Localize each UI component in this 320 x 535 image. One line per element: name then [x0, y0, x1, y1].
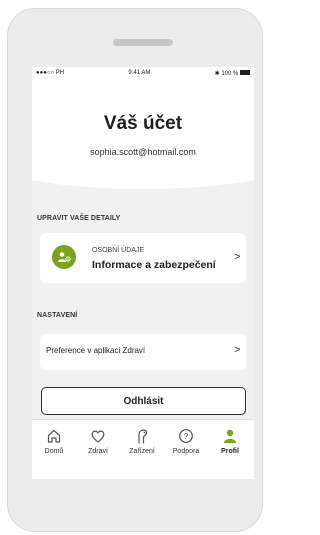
chevron-right-icon: >	[234, 251, 241, 263]
tab-support-label: Podpora	[172, 448, 200, 455]
battery-status: ✱ 100 %	[215, 70, 250, 77]
battery-percent: 100 %	[221, 70, 239, 77]
tab-home[interactable]: Domů	[32, 428, 76, 455]
tab-bar: Domů Zdraví Zařízení ? Podpora Profil	[32, 419, 254, 479]
tab-home-label: Domů	[44, 448, 64, 455]
bluetooth-icon: ✱	[214, 70, 220, 77]
tab-devices[interactable]: Zařízení	[120, 428, 164, 455]
status-time: 9:41 AM	[128, 70, 151, 76]
heart-icon	[91, 430, 105, 443]
app-screen: ●●●○○ PH 9:41 AM ✱ 100 % Váš účet sophia…	[32, 67, 254, 479]
page-title: Váš účet	[103, 113, 183, 134]
health-preferences-label: Preference v aplikaci Zdraví	[46, 346, 146, 355]
section-label-details: UPRAVIT VAŠE DETAILY	[37, 215, 121, 222]
personal-info-caption: OSOBNÍ ÚDAJE	[92, 247, 145, 254]
profile-icon	[224, 429, 236, 443]
hearing-aid-icon	[138, 429, 148, 444]
tab-health-label: Zdraví	[88, 448, 108, 455]
account-email: sophia.scott@hotmail.com	[90, 147, 196, 157]
logout-button[interactable]: Odhlásit	[41, 387, 246, 415]
phone-speaker	[113, 39, 173, 46]
health-preferences-item[interactable]: Preference v aplikaci Zdraví >	[40, 334, 246, 370]
tab-profile-label: Profil	[221, 448, 239, 455]
personal-info-card[interactable]: OSOBNÍ ÚDAJE Informace a zabezpečení >	[40, 233, 246, 283]
user-settings-icon	[52, 245, 76, 269]
tab-devices-label: Zařízení	[129, 448, 155, 455]
tab-health[interactable]: Zdraví	[76, 428, 120, 455]
carrier-signal: ●●●○○ PH	[36, 70, 65, 76]
help-icon: ?	[179, 429, 193, 443]
status-bar: ●●●○○ PH 9:41 AM ✱ 100 %	[32, 67, 254, 79]
svg-text:?: ?	[184, 432, 189, 441]
personal-info-title: Informace a zabezpečení	[92, 259, 216, 271]
chevron-right-icon: >	[234, 344, 241, 356]
phone-frame: ●●●○○ PH 9:41 AM ✱ 100 % Váš účet sophia…	[7, 8, 263, 532]
tab-support[interactable]: ? Podpora	[164, 428, 208, 455]
tab-profile[interactable]: Profil	[208, 428, 252, 455]
battery-icon	[240, 70, 250, 76]
section-label-settings: NASTAVENÍ	[37, 312, 78, 319]
home-icon	[47, 429, 61, 443]
